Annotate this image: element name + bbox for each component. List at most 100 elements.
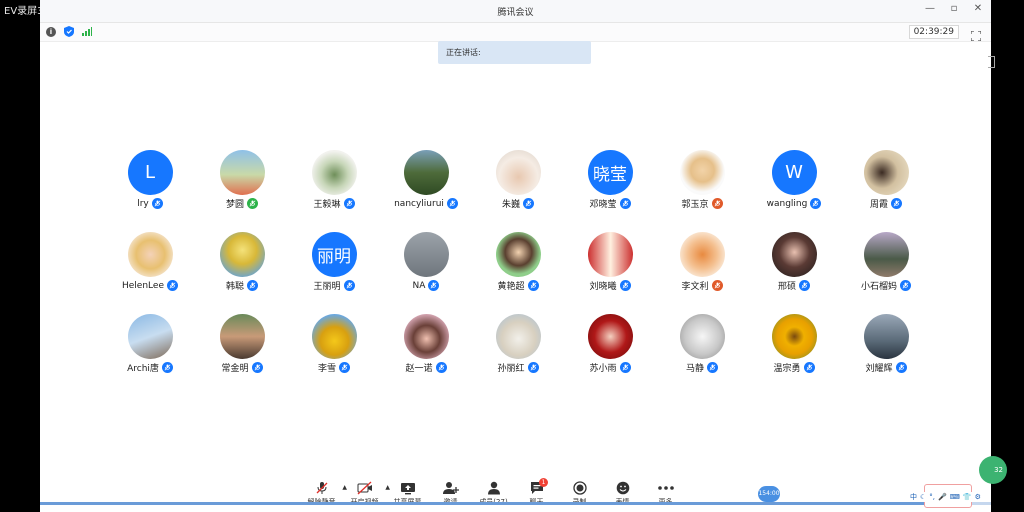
more-dots-icon — [657, 486, 674, 490]
participant-name-row: 黄艳超 — [497, 279, 539, 292]
participant-tile[interactable]: 小石榴妈 — [840, 232, 932, 292]
participant-tile[interactable]: 刘晓曦 — [564, 232, 656, 292]
app-title: 腾讯会议 — [497, 8, 534, 18]
participant-tile[interactable]: 丽明 王丽明 — [288, 232, 380, 292]
avatar — [127, 232, 173, 277]
info-icon[interactable]: i — [46, 26, 56, 37]
participant-name-row: nancyliurui — [394, 197, 458, 210]
participant-name-row: 朱巍 — [502, 197, 534, 210]
avatar — [863, 150, 909, 195]
avatar — [403, 150, 449, 195]
participant-name-row: 郭玉京 — [681, 197, 723, 210]
mic-tray-icon[interactable]: 🎤 — [938, 493, 947, 501]
avatar — [495, 314, 541, 359]
participant-tile[interactable]: 晓莹 邓晓莹 — [564, 150, 656, 210]
participant-tile[interactable]: 王毅琳 — [288, 150, 380, 210]
participant-name: 赵一诺 — [405, 364, 433, 374]
participant-name: 郭玉京 — [681, 200, 709, 210]
participant-name: 朱巍 — [501, 200, 520, 210]
participant-tile[interactable]: 朱巍 — [472, 150, 564, 210]
mic-muted-icon — [619, 198, 631, 209]
mic-muted-icon — [711, 280, 723, 291]
avatar: 晓莹 — [587, 150, 633, 195]
mic-muted-icon — [711, 198, 723, 209]
participant-tile[interactable]: 常金明 — [196, 314, 288, 374]
mic-muted-icon — [527, 362, 539, 373]
participant-name: 李文利 — [681, 282, 709, 292]
moon-icon[interactable]: ☾ — [920, 493, 926, 501]
status-bar: i 02:39:29 — [40, 23, 991, 42]
mic-muted-icon — [161, 362, 173, 373]
participant-name-row: 邢硕 — [778, 279, 810, 292]
keyboard-icon[interactable]: ⌨ — [950, 493, 960, 501]
participant-name-row: wangling — [767, 197, 822, 210]
participant-tile[interactable]: 李雪 — [288, 314, 380, 374]
shield-icon[interactable] — [64, 26, 74, 37]
close-icon[interactable]: ✕ — [973, 3, 983, 14]
record-icon — [572, 481, 587, 495]
participant-tile[interactable]: NA — [380, 232, 472, 292]
mic-muted-icon — [247, 198, 258, 209]
participant-tile[interactable]: Wwangling — [748, 150, 840, 210]
participant-tile[interactable]: 邢硕 — [748, 232, 840, 292]
mic-muted-icon — [343, 198, 355, 209]
ime-icon[interactable]: 中 — [910, 492, 917, 502]
floating-badge[interactable]: 32 — [979, 456, 1007, 484]
participant-name: 刘晓曦 — [589, 282, 617, 292]
participant-tile[interactable]: 温宗勇 — [748, 314, 840, 374]
meeting-window: 腾讯会议 — ▫ ✕ i 02:39:29 正在讲话: Llry 梦圆 王毅琳 nan… — [40, 0, 991, 512]
participant-tile[interactable]: 周霞 — [840, 150, 932, 210]
fullscreen-icon[interactable] — [970, 26, 982, 45]
participant-tile[interactable]: 李文利 — [656, 232, 748, 292]
participant-tile[interactable]: HelenLee — [104, 232, 196, 292]
participant-tile[interactable]: 马静 — [656, 314, 748, 374]
participant-name: 马静 — [685, 364, 704, 374]
participant-grid: Llry 梦圆 王毅琳 nancyliurui 朱巍 晓莹 邓晓莹郭玉京 Wwangling 周… — [104, 150, 932, 374]
recording-progress-bar — [40, 502, 991, 505]
participant-tile[interactable]: 梦圆 — [196, 150, 288, 210]
participant-name: 韩聪 — [225, 282, 244, 292]
participant-tile[interactable]: 韩聪 — [196, 232, 288, 292]
participant-name-row: 李文利 — [681, 279, 723, 292]
minimize-icon[interactable]: — — [925, 3, 935, 14]
participant-tile[interactable]: 苏小雨 — [564, 314, 656, 374]
participant-tile[interactable]: 赵一诺 — [380, 314, 472, 374]
avatar — [127, 314, 173, 359]
avatar — [587, 232, 633, 277]
participant-tile[interactable]: 郭玉京 — [656, 150, 748, 210]
participant-name: nancyliurui — [394, 198, 444, 209]
signal-icon[interactable] — [82, 27, 92, 36]
participant-name-row: lry — [137, 197, 163, 210]
mic-muted-icon — [527, 280, 539, 291]
avatar — [219, 232, 265, 277]
participant-name-row: 赵一诺 — [405, 361, 447, 374]
avatar — [679, 232, 725, 277]
participant-name: 孙丽红 — [497, 364, 525, 374]
mic-muted-icon — [895, 362, 907, 373]
participant-name-row: 周霞 — [870, 197, 902, 210]
recording-time-bubble: 154:00 — [758, 486, 780, 502]
chat-unread-badge: 1 — [539, 478, 548, 487]
participant-name: 温宗勇 — [773, 364, 801, 374]
shirt-icon[interactable]: 👕 — [963, 493, 972, 501]
participant-name: 黄艳超 — [497, 282, 525, 292]
participant-name-row: 梦圆 — [226, 197, 258, 210]
participant-tile[interactable]: 黄艳超 — [472, 232, 564, 292]
participant-name-row: 孙丽红 — [497, 361, 539, 374]
mic-muted-icon — [435, 362, 447, 373]
participant-tile[interactable]: nancyliurui — [380, 150, 472, 210]
mic-muted-icon — [891, 198, 902, 209]
participant-tile[interactable]: Archi唐 — [104, 314, 196, 374]
avatar — [311, 314, 357, 359]
participant-tile[interactable]: Llry — [104, 150, 196, 210]
participant-tile[interactable]: 刘耀辉 — [840, 314, 932, 374]
punctuation-icon[interactable]: °, — [929, 493, 935, 501]
participant-tile[interactable]: 孙丽红 — [472, 314, 564, 374]
meeting-timer: 02:39:29 — [908, 25, 959, 39]
avatar — [219, 150, 265, 195]
participant-name: HelenLee — [122, 280, 164, 291]
avatar — [679, 150, 725, 195]
participant-name: NA — [412, 280, 426, 291]
restore-icon[interactable]: ▫ — [949, 3, 959, 14]
settings-gear-icon[interactable]: ⚙ — [975, 493, 981, 501]
